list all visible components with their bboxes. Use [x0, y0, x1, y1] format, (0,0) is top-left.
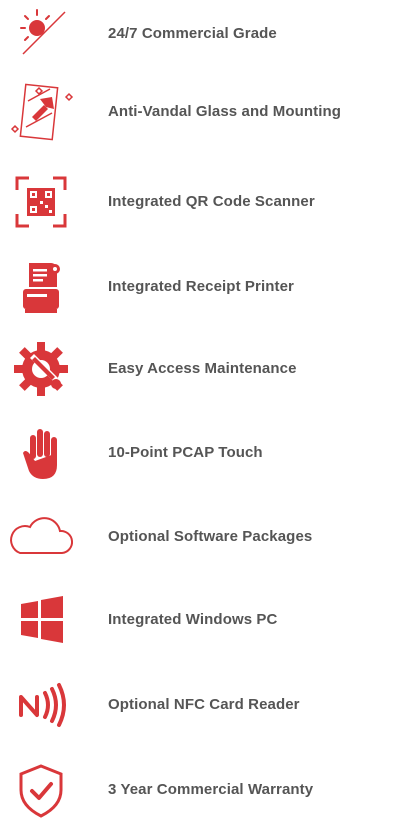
feature-item-software-packages: Optional Software Packages — [0, 505, 394, 569]
feature-label: Optional NFC Card Reader — [108, 696, 300, 713]
feature-item-pcap-touch: 10-Point PCAP Touch — [0, 421, 394, 485]
feature-item-qr-scanner: Integrated QR Code Scanner — [0, 170, 394, 234]
feature-label: Integrated Windows PC — [108, 611, 278, 628]
feature-label: 24/7 Commercial Grade — [108, 25, 277, 42]
feature-item-easy-maintenance: Easy Access Maintenance — [0, 337, 394, 401]
feature-label: 10-Point PCAP Touch — [108, 444, 263, 461]
feature-item-nfc-reader: Optional NFC Card Reader — [0, 673, 394, 737]
windows-logo-icon — [4, 588, 78, 652]
feature-item-commercial-grade: 24/7 Commercial Grade — [0, 2, 394, 66]
feature-label: Integrated Receipt Printer — [108, 278, 294, 295]
hand-icon — [4, 421, 78, 485]
receipt-printer-icon — [4, 255, 78, 319]
feature-label: Optional Software Packages — [108, 528, 313, 545]
feature-label: 3 Year Commercial Warranty — [108, 781, 314, 798]
feature-item-anti-vandal: Anti-Vandal Glass and Mounting — [0, 80, 394, 144]
feature-item-receipt-printer: Integrated Receipt Printer — [0, 255, 394, 319]
feature-label: Anti-Vandal Glass and Mounting — [108, 103, 342, 120]
shield-hammer-glass-icon — [4, 80, 78, 144]
feature-item-windows-pc: Integrated Windows PC — [0, 588, 394, 652]
feature-label: Easy Access Maintenance — [108, 360, 297, 377]
gear-wrench-icon — [4, 337, 78, 401]
qr-scan-icon — [4, 170, 78, 234]
shield-check-icon — [4, 758, 78, 822]
cloud-icon — [4, 505, 78, 569]
feature-label: Integrated QR Code Scanner — [108, 193, 315, 210]
feature-list: 24/7 Commercial Grade Anti-Vandal Glass … — [0, 0, 394, 819]
nfc-icon — [4, 673, 78, 737]
feature-item-warranty: 3 Year Commercial Warranty — [0, 758, 394, 822]
sun-moon-icon — [4, 2, 78, 66]
